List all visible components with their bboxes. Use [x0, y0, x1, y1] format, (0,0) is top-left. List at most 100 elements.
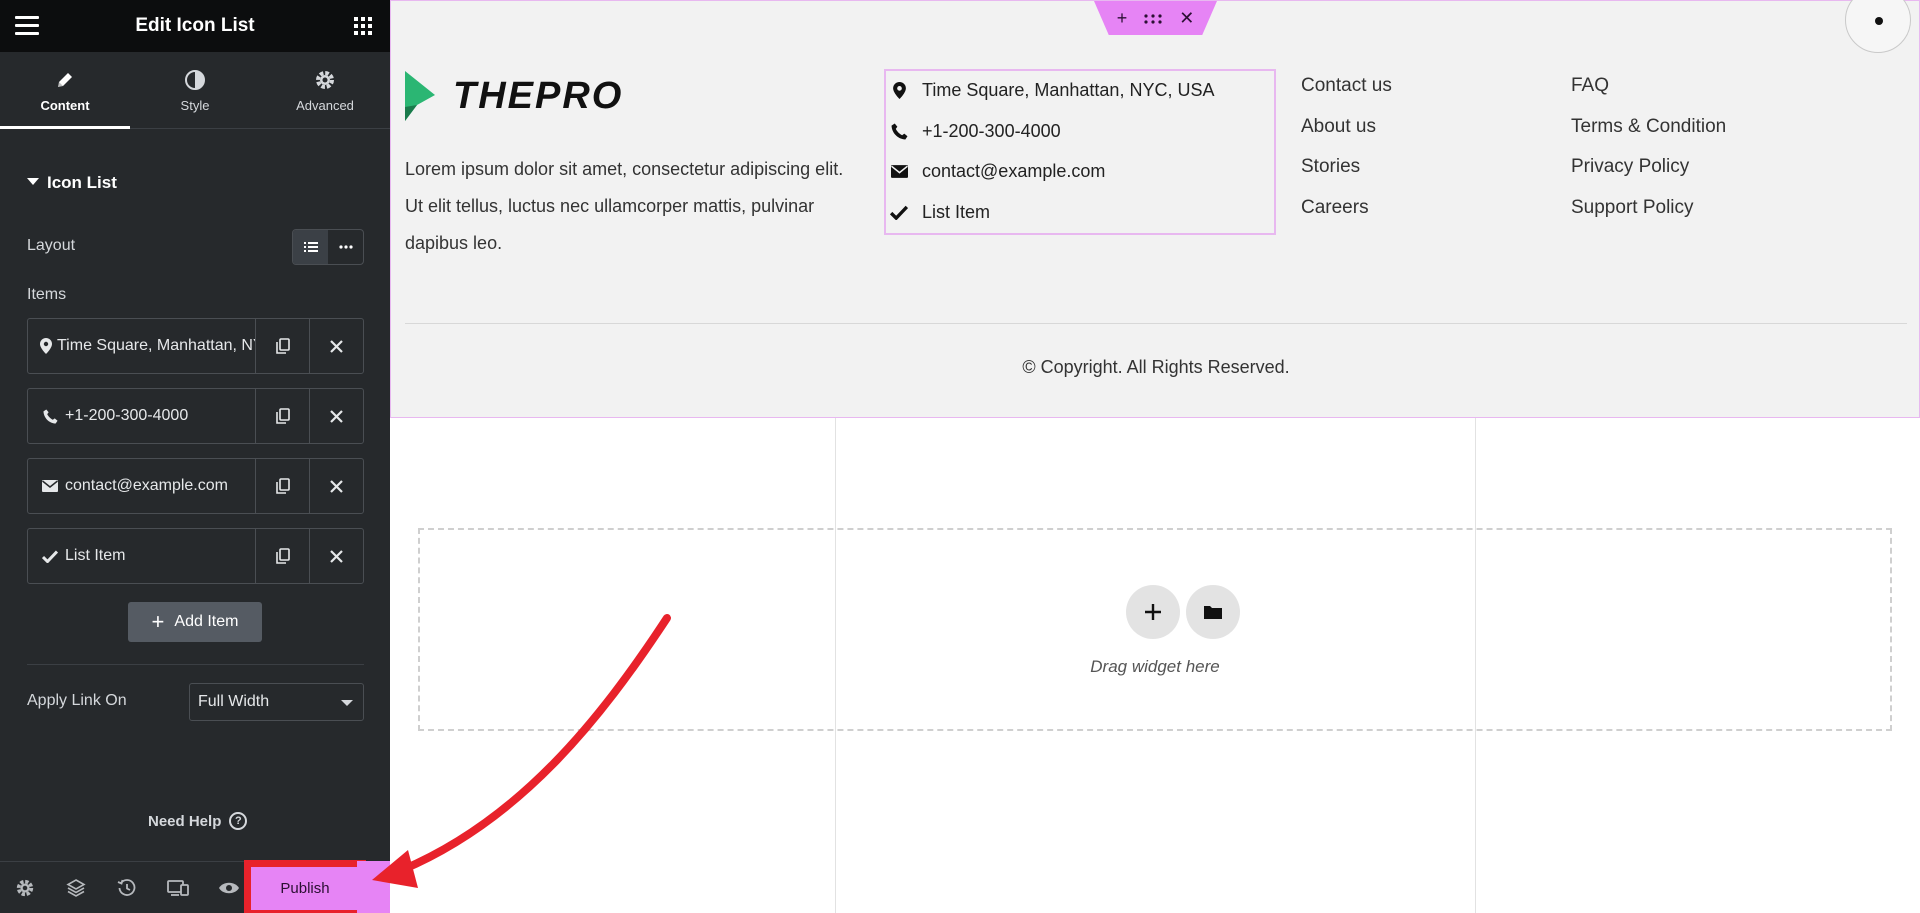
layout-default-button[interactable] — [293, 230, 328, 264]
footer-link-about-us[interactable]: About us — [1301, 116, 1392, 157]
logo[interactable]: THEPRO — [405, 71, 623, 121]
items-label: Items — [27, 286, 67, 303]
contact-item: contact@example.com — [886, 156, 1105, 186]
phone-icon — [888, 123, 910, 140]
remove-button[interactable] — [309, 319, 363, 373]
duplicate-button[interactable] — [255, 389, 309, 443]
footer-link-careers[interactable]: Careers — [1301, 197, 1392, 238]
envelope-icon — [888, 164, 910, 178]
preview-eye-icon[interactable] — [218, 877, 240, 899]
floating-circle-button[interactable] — [1845, 0, 1911, 53]
repeater-item-label: contact@example.com — [65, 477, 228, 494]
footer-link-terms[interactable]: Terms & Condition — [1571, 116, 1726, 157]
plus-icon — [1145, 604, 1161, 620]
tab-advanced[interactable]: Advanced — [260, 52, 390, 129]
need-help-link[interactable]: Need Help? — [148, 812, 248, 830]
add-section-icon[interactable]: + — [1117, 8, 1128, 29]
repeater-item-title[interactable]: Time Square, Manhattan, NYC, USA — [28, 319, 255, 373]
tab-label: Content — [40, 98, 90, 113]
repeater-item-title[interactable]: contact@example.com — [28, 459, 255, 513]
close-icon — [330, 549, 343, 563]
plus-icon: + — [151, 609, 165, 634]
contact-text: contact@example.com — [922, 160, 1106, 181]
responsive-mode-icon[interactable] — [167, 877, 189, 899]
more-horizontal-icon — [338, 245, 353, 249]
layout-label: Layout — [27, 237, 76, 254]
footer-link-stories[interactable]: Stories — [1301, 156, 1392, 197]
need-help-label: Need Help — [148, 812, 222, 830]
contact-text: List Item — [922, 201, 991, 222]
contact-text: +1-200-300-4000 — [922, 120, 1061, 141]
contact-item: List Item — [886, 197, 990, 227]
contact-item: +1-200-300-4000 — [886, 116, 1061, 146]
repeater-item: Time Square, Manhattan, NYC, USA — [27, 318, 364, 374]
repeater-item-label: List Item — [65, 547, 126, 564]
icon-list-widget[interactable]: Time Square, Manhattan, NYC, USA +1-200-… — [884, 69, 1276, 235]
help-icon: ? — [229, 812, 248, 830]
layout-inline-button[interactable] — [328, 230, 363, 264]
map-pin-icon — [888, 81, 910, 99]
settings-gear-icon[interactable] — [14, 877, 36, 899]
repeater-item: List Item — [27, 528, 364, 584]
footer-link-privacy[interactable]: Privacy Policy — [1571, 156, 1726, 197]
repeater-item: contact@example.com — [27, 458, 364, 514]
section-toggle-icon-list[interactable]: Icon List — [27, 173, 117, 193]
history-icon[interactable] — [116, 877, 138, 899]
duplicate-button[interactable] — [255, 459, 309, 513]
add-item-button[interactable]: + Add Item — [128, 602, 262, 642]
footer-section[interactable]: + ✕ THEPRO Lorem ipsum dolor sit amet, c… — [390, 0, 1920, 418]
pencil-icon — [0, 68, 130, 92]
tab-label: Style — [180, 98, 210, 113]
list-icon — [303, 242, 318, 252]
section-title: Icon List — [47, 173, 117, 192]
empty-section-drop-zone[interactable]: Drag widget here — [418, 528, 1892, 731]
widgets-grid-icon[interactable] — [354, 17, 372, 35]
drag-handle-icon[interactable] — [1144, 8, 1162, 29]
duplicate-button[interactable] — [255, 319, 309, 373]
close-icon — [330, 339, 343, 353]
duplicate-button[interactable] — [255, 529, 309, 583]
tab-content[interactable]: Content — [0, 52, 130, 129]
publish-button[interactable]: Publish — [244, 860, 366, 913]
add-new-section-button[interactable] — [1126, 585, 1180, 639]
dot-icon — [1875, 17, 1883, 25]
footer-link-contact-us[interactable]: Contact us — [1301, 75, 1392, 116]
apply-link-label: Apply Link On — [27, 692, 127, 709]
panel-tabs: Content Style Advanced — [0, 52, 390, 129]
remove-button[interactable] — [309, 389, 363, 443]
repeater-item-label: Time Square, Manhattan, NYC, USA — [57, 337, 255, 354]
apply-link-select[interactable]: Full Width — [189, 683, 364, 721]
tab-style[interactable]: Style — [130, 52, 260, 129]
phone-icon — [40, 408, 60, 424]
panel-header: Edit Icon List — [0, 0, 390, 52]
caret-down-icon — [27, 178, 39, 186]
repeater-item-title[interactable]: List Item — [28, 529, 255, 583]
add-item-label: Add Item — [174, 613, 239, 630]
remove-button[interactable] — [309, 529, 363, 583]
apply-link-value: Full Width — [198, 693, 270, 710]
navigator-layers-icon[interactable] — [65, 877, 87, 899]
delete-section-icon[interactable]: ✕ — [1179, 8, 1194, 29]
page-canvas: + ✕ THEPRO Lorem ipsum dolor sit amet, c… — [390, 0, 1920, 913]
contrast-icon — [130, 68, 260, 92]
contact-item: Time Square, Manhattan, NYC, USA — [886, 75, 1214, 105]
repeater-item-title[interactable]: +1-200-300-4000 — [28, 389, 255, 443]
footer-link-faq[interactable]: FAQ — [1571, 75, 1726, 116]
editor-panel: Edit Icon List Content Style Advanced Ic… — [0, 0, 390, 913]
links-column-support: FAQ Terms & Condition Privacy Policy Sup… — [1571, 75, 1726, 237]
logo-text: THEPRO — [453, 74, 624, 117]
panel-footer: Publish — [0, 860, 390, 913]
footer-link-support-policy[interactable]: Support Policy — [1571, 197, 1726, 238]
remove-button[interactable] — [309, 459, 363, 513]
repeater-item-label: +1-200-300-4000 — [65, 407, 189, 424]
close-icon — [330, 479, 343, 493]
add-template-button[interactable] — [1186, 585, 1240, 639]
envelope-icon — [40, 480, 60, 492]
copy-icon — [275, 408, 290, 424]
tab-label: Advanced — [296, 98, 354, 113]
panel-title: Edit Icon List — [135, 15, 255, 36]
copy-icon — [275, 478, 290, 494]
publish-options-button[interactable] — [357, 861, 390, 913]
gear-icon — [260, 68, 390, 92]
links-column-company: Contact us About us Stories Careers — [1301, 75, 1392, 237]
